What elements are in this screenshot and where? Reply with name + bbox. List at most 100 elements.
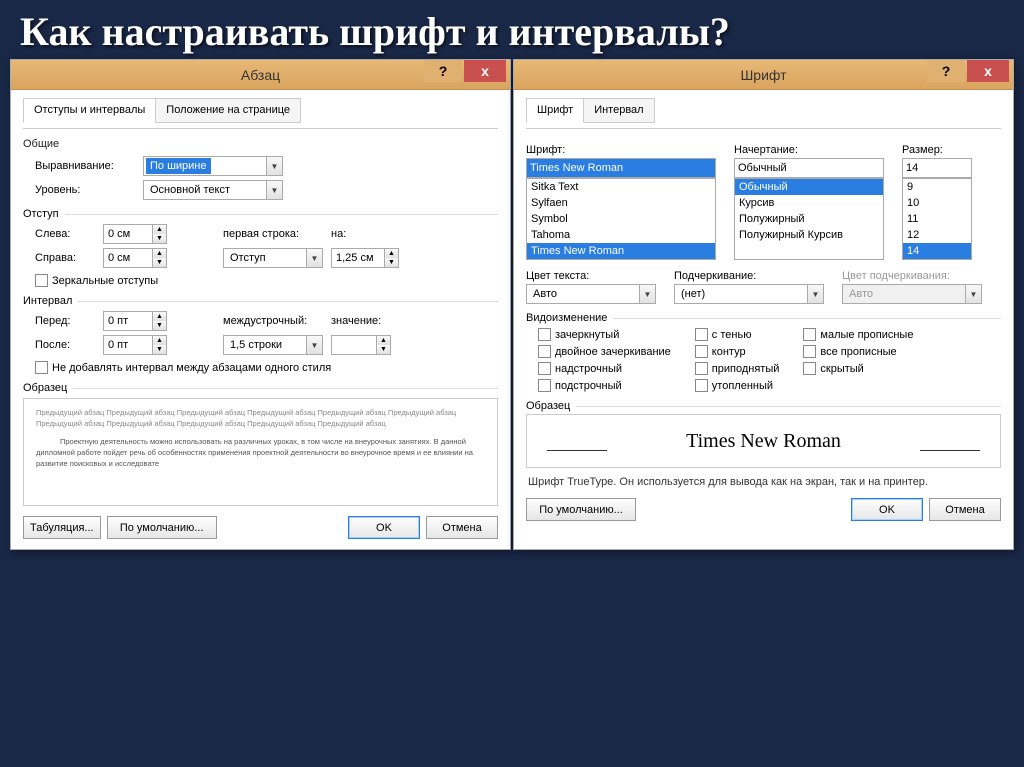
by-label: на:	[331, 228, 381, 240]
tab-indents[interactable]: Отступы и интервалы	[23, 98, 156, 123]
nospace-label: Не добавлять интервал между абзацами одн…	[52, 362, 331, 374]
chevron-down-icon: ▼	[807, 285, 823, 303]
group-effects: Видоизменение	[526, 312, 607, 324]
slide-title: Как настраивать шрифт и интервалы?	[0, 0, 1024, 59]
group-preview: Образец	[23, 382, 67, 394]
paragraph-preview: Предыдущий абзац Предыдущий абзац Предыд…	[23, 398, 498, 506]
chevron-down-icon: ▼	[306, 249, 322, 267]
by-spinner[interactable]: ▲▼	[331, 248, 399, 268]
paragraph-titlebar: Абзац ? x	[11, 60, 510, 90]
allcaps-checkbox[interactable]	[803, 345, 816, 358]
paragraph-title: Абзац	[241, 67, 280, 83]
chevron-down-icon: ▼	[266, 157, 282, 175]
level-combo[interactable]: Основной текст▼	[143, 180, 283, 200]
val-label: значение:	[331, 315, 391, 327]
underline-combo[interactable]: (нет)▼	[674, 284, 824, 304]
left-spinner[interactable]: ▲▼	[103, 224, 167, 244]
list-item[interactable]: Полужирный Курсив	[735, 227, 883, 243]
close-button[interactable]: x	[464, 60, 506, 82]
font-dialog: Шрифт ? x Шрифт Интервал Шрифт: Sitka Te…	[513, 59, 1014, 550]
font-label: Шрифт:	[526, 144, 716, 156]
list-item[interactable]: Sitka Text	[527, 179, 715, 195]
list-item[interactable]: 9	[903, 179, 971, 195]
undercolor-label: Цвет подчеркивания:	[842, 270, 982, 282]
style-input[interactable]	[734, 158, 884, 178]
help-button[interactable]: ?	[927, 60, 965, 82]
engrave-checkbox[interactable]	[695, 379, 708, 392]
tab-spacing[interactable]: Интервал	[583, 98, 654, 123]
list-item[interactable]: Полужирный	[735, 211, 883, 227]
font-listbox[interactable]: Sitka Text Sylfaen Symbol Tahoma Times N…	[526, 178, 716, 260]
list-item[interactable]: Обычный	[735, 179, 883, 195]
list-item[interactable]: Курсив	[735, 195, 883, 211]
dblstrike-checkbox[interactable]	[538, 345, 551, 358]
color-combo[interactable]: Авто▼	[526, 284, 656, 304]
nospace-checkbox[interactable]	[35, 361, 48, 374]
font-sample: Times New Roman	[526, 414, 1001, 468]
group-general: Общие	[23, 138, 498, 150]
after-spinner[interactable]: ▲▼	[103, 335, 167, 355]
outline-checkbox[interactable]	[695, 345, 708, 358]
list-item[interactable]: 11	[903, 211, 971, 227]
line-label: междустрочный:	[223, 315, 323, 327]
val-spinner[interactable]: ▲▼	[331, 335, 391, 355]
ok-button[interactable]: OK	[851, 498, 923, 521]
default-button[interactable]: По умолчанию...	[107, 516, 217, 539]
chevron-down-icon: ▼	[639, 285, 655, 303]
list-item[interactable]: 14	[903, 243, 971, 259]
smallcaps-checkbox[interactable]	[803, 328, 816, 341]
left-label: Слева:	[35, 228, 95, 240]
firstline-combo[interactable]: Отступ▼	[223, 248, 323, 268]
group-indent: Отступ	[23, 208, 59, 220]
chevron-down-icon: ▼	[965, 285, 981, 303]
after-label: После:	[35, 339, 95, 351]
size-listbox[interactable]: 9 10 11 12 14	[902, 178, 972, 260]
align-label: Выравнивание:	[35, 160, 135, 172]
style-label: Начертание:	[734, 144, 884, 156]
tab-font[interactable]: Шрифт	[526, 98, 584, 123]
list-item[interactable]: 10	[903, 195, 971, 211]
before-spinner[interactable]: ▲▼	[103, 311, 167, 331]
first-label: первая строка:	[223, 228, 323, 240]
list-item[interactable]: Times New Roman	[527, 243, 715, 259]
ok-button[interactable]: OK	[348, 516, 420, 539]
font-titlebar: Шрифт ? x	[514, 60, 1013, 90]
size-label: Размер:	[902, 144, 972, 156]
size-input[interactable]	[902, 158, 972, 178]
cancel-button[interactable]: Отмена	[426, 516, 498, 539]
strike-checkbox[interactable]	[538, 328, 551, 341]
default-button[interactable]: По умолчанию...	[526, 498, 636, 521]
tab-position[interactable]: Положение на странице	[155, 98, 301, 123]
underline-label: Подчеркивание:	[674, 270, 824, 282]
list-item[interactable]: Symbol	[527, 211, 715, 227]
list-item[interactable]: Sylfaen	[527, 195, 715, 211]
help-button[interactable]: ?	[424, 60, 462, 82]
style-listbox[interactable]: Обычный Курсив Полужирный Полужирный Кур…	[734, 178, 884, 260]
super-checkbox[interactable]	[538, 362, 551, 375]
cancel-button[interactable]: Отмена	[929, 498, 1001, 521]
sub-checkbox[interactable]	[538, 379, 551, 392]
align-combo[interactable]: По ширине▼	[143, 156, 283, 176]
font-hint: Шрифт TrueType. Он используется для выво…	[528, 476, 999, 488]
shadow-checkbox[interactable]	[695, 328, 708, 341]
chevron-down-icon: ▼	[306, 336, 322, 354]
emboss-checkbox[interactable]	[695, 362, 708, 375]
color-label: Цвет текста:	[526, 270, 656, 282]
line-combo[interactable]: 1,5 строки▼	[223, 335, 323, 355]
list-item[interactable]: 12	[903, 227, 971, 243]
group-sample: Образец	[526, 400, 570, 412]
level-label: Уровень:	[35, 184, 135, 196]
font-input[interactable]	[526, 158, 716, 178]
list-item[interactable]: Tahoma	[527, 227, 715, 243]
mirror-label: Зеркальные отступы	[52, 275, 158, 287]
mirror-checkbox[interactable]	[35, 274, 48, 287]
undercolor-combo: Авто▼	[842, 284, 982, 304]
tabs-button[interactable]: Табуляция...	[23, 516, 101, 539]
group-spacing: Интервал	[23, 295, 72, 307]
right-label: Справа:	[35, 252, 95, 264]
right-spinner[interactable]: ▲▼	[103, 248, 167, 268]
paragraph-dialog: Абзац ? x Отступы и интервалы Положение …	[10, 59, 511, 550]
font-title: Шрифт	[740, 67, 786, 83]
close-button[interactable]: x	[967, 60, 1009, 82]
hidden-checkbox[interactable]	[803, 362, 816, 375]
